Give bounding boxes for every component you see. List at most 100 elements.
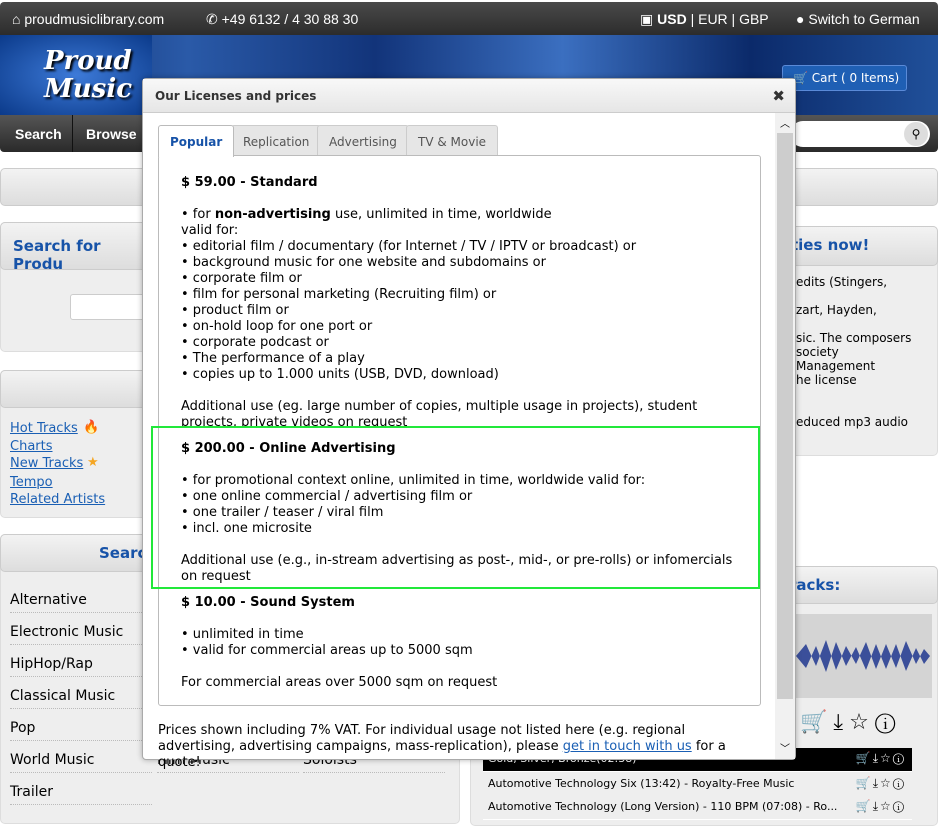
online-name: - Online Advertising [244,441,396,456]
currency-switch[interactable]: ▣ USD | EUR | GBP [640,11,769,28]
info-icon[interactable]: ⓘ [875,710,902,735]
online-title: $ 200.00 - Online Advertising [181,441,396,456]
online-price: $ 200.00 [181,441,245,456]
links-heading [0,370,160,408]
standard-item: • corporate podcast or [181,335,329,350]
scroll-down-icon[interactable]: ﹀ [780,740,790,755]
online-item: • one online commercial / advertising fi… [181,489,473,504]
standard-item: • film for personal marketing (Recruitin… [181,287,497,302]
language-label: Switch to German [808,11,920,27]
fire-icon: 🔥 [83,420,100,435]
tab-replication[interactable]: Replication [231,125,322,156]
standard-name: - Standard [235,175,318,190]
modal-scrollbar[interactable]: ︿ ﹀ [775,113,795,759]
language-switch[interactable]: ● Switch to German [796,11,920,27]
phone-number: +49 6132 / 4 30 88 30 [221,11,359,27]
info-text: he license [796,373,857,387]
genre-trailer[interactable]: Trailer [10,784,152,805]
nav-browse[interactable]: Browse [86,126,137,142]
standard-price: $ 59.00 [181,175,236,190]
genre-hiphop[interactable]: HipHop/Rap [10,656,152,677]
genre-classical[interactable]: Classical Music [10,688,152,709]
new-tracks-link[interactable]: New Tracks [10,456,83,471]
standard-item: • editorial film / documentary (for Inte… [181,239,637,254]
download-icon[interactable]: ⤓ [833,710,849,735]
nav-search[interactable]: Search [15,126,62,142]
online-item: • for promotional context online, unlimi… [181,473,646,488]
sound-item: • unlimited in time [181,627,304,642]
info-text: educed mp3 audio [796,415,909,429]
track-title: Automotive Technology (Long Version) - 1… [488,800,838,813]
phone: ✆ +49 6132 / 4 30 88 30 [206,11,359,27]
charts-link[interactable]: Charts [10,439,53,454]
sound-item: • valid for commercial areas up to 5000 … [181,643,473,658]
cart-icon[interactable]: 🛒 [800,710,833,735]
tab-advertising[interactable]: Advertising [317,125,409,156]
standard-intro: • for non-advertising use, unlimited in … [181,207,552,222]
site-link[interactable]: ⌂ proudmusiclibrary.com [12,11,164,27]
info-text: edits (Stingers, [796,275,888,289]
track-actions: 🛒⤓☆ⓘ [800,710,901,735]
contact-link[interactable]: get in touch with us [563,739,692,754]
currency-others[interactable]: | EUR | GBP [691,11,769,27]
hot-tracks-label: Hot Tracks [10,421,78,436]
standard-item: • on-hold loop for one port or [181,319,373,334]
tab-content: $ 59.00 - Standard • for non-advertising… [151,155,761,706]
logo[interactable]: Proud Music [0,35,152,115]
close-icon[interactable]: ✖ [772,87,785,105]
track-title: Automotive Technology Six (13:42) - Roya… [488,777,795,790]
standard-item: • background music for one website and s… [181,255,546,270]
product-search-heading: Search for Produ [0,222,160,273]
info-text: society [796,345,839,359]
intro-bold: non-advertising [214,207,331,222]
logo-line2: Music [44,74,133,104]
site-name: proudmusiclibrary.com [24,11,165,27]
tab-tv-movie[interactable]: TV & Movie [406,125,499,156]
genre-electronic[interactable]: Electronic Music [10,624,152,645]
standard-item: • The performance of a play [181,351,365,366]
info-text: Management [796,359,876,373]
genre-alternative[interactable]: Alternative [10,592,152,613]
scroll-thumb[interactable] [777,133,793,699]
hot-tracks-link[interactable]: Hot Tracks [10,421,78,436]
related-artists-link[interactable]: Related Artists [10,492,105,507]
star-icon: ★ [87,455,99,470]
logo-line1: Proud [44,46,132,76]
track-row[interactable]: Automotive Technology (Long Version) - 1… [483,796,912,820]
scroll-up-icon[interactable]: ︿ [780,115,790,130]
info-text: zart, Hayden, [796,303,877,317]
cart-label: Cart ( 0 Items) [811,71,900,85]
track-row-icons[interactable]: 🛒⤓☆ⓘ [856,751,906,766]
sound-title: $ 10.00 - Sound System [181,595,355,610]
sound-additional: For commercial areas over 5000 sqm on re… [181,675,498,690]
info-text: sic. The composers [796,331,912,345]
star-icon[interactable]: ☆ [849,710,875,735]
search-icon[interactable]: ⚲ [904,122,928,146]
search-input[interactable]: ⚲ [790,121,930,147]
genre-world[interactable]: World Music [10,752,152,773]
standard-additional: Additional use (eg. large number of copi… [181,399,698,427]
online-item: • one trailer / teaser / viral film [181,505,384,520]
currency-usd[interactable]: USD [657,11,687,27]
tab-popular[interactable]: Popular [158,125,235,157]
track-row-icons[interactable]: 🛒⤓☆ⓘ [856,799,906,814]
track-row-icons[interactable]: 🛒⤓☆ⓘ [856,776,906,791]
cart-button[interactable]: 🛒 Cart ( 0 Items) [782,65,907,91]
track-row[interactable]: Automotive Technology Six (13:42) - Roya… [483,773,912,797]
sound-name: - Sound System [235,595,355,610]
modal-title: Our Licenses and prices [155,89,317,103]
tempo-link[interactable]: Tempo [10,475,53,490]
licenses-modal: Our Licenses and prices ✖ ︿ ﹀ Popular Repl… [142,78,796,770]
standard-item: • copies up to 1.000 units (USB, DVD, do… [181,367,499,382]
intro-pre: • for [181,207,215,222]
online-additional: Additional use (e.g., in-stream advertis… [181,553,733,584]
genre-pop[interactable]: Pop [10,720,152,741]
top-bar: ⌂ proudmusiclibrary.com ✆ +49 6132 / 4 3… [0,2,938,35]
waveform[interactable] [796,614,932,698]
info-heading: ties now! [780,226,938,266]
standard-item: valid for: [181,223,239,238]
modal-header: Our Licenses and prices ✖ [143,79,795,113]
intro-post: use, unlimited in time, worldwide [330,207,552,222]
standard-title: $ 59.00 - Standard [181,175,318,190]
product-search-input[interactable] [70,294,150,320]
